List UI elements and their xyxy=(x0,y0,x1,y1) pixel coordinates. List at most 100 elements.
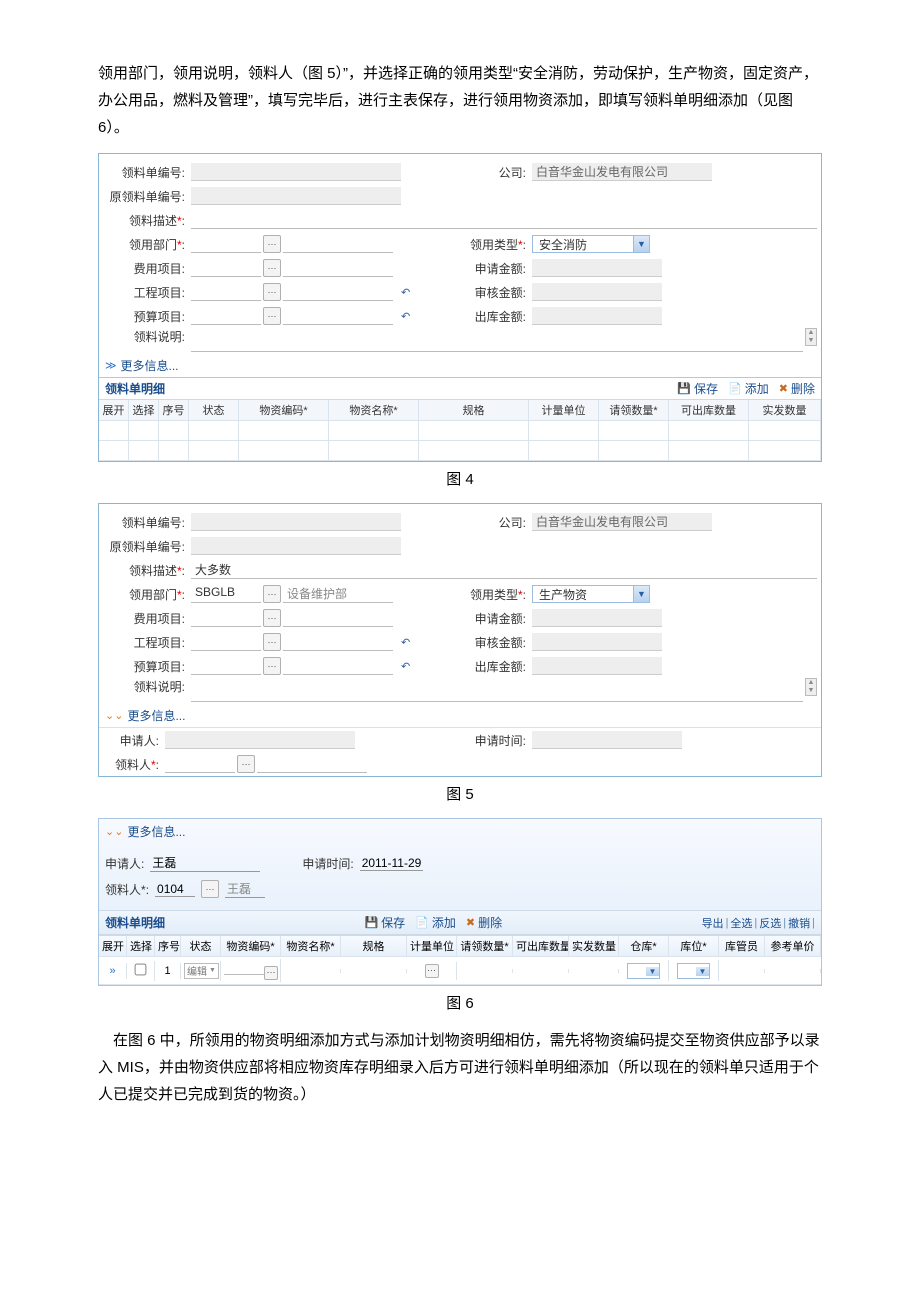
input-proj-code[interactable] xyxy=(191,283,261,301)
input-dept-name-5: 设备维护部 xyxy=(283,585,393,603)
link-undo[interactable]: 撤销 xyxy=(788,915,810,931)
save-button[interactable]: 💾保存 xyxy=(677,380,718,397)
cell-loc[interactable]: ▼ xyxy=(669,960,719,981)
th6-spec: 规格 xyxy=(341,936,407,956)
chevron-down-icon: ⌄⌄ xyxy=(105,709,123,722)
picker-proj-5[interactable]: ⋯ xyxy=(263,633,281,651)
input-proj-name-5 xyxy=(283,633,393,651)
delete-icon: ✖ xyxy=(779,382,788,395)
add-button[interactable]: 📄添加 xyxy=(728,380,769,397)
label-apply-amount: 申请金额: xyxy=(460,260,530,277)
scroll-indicator: ▲▼ xyxy=(805,678,817,696)
grid-row-1: » 1 编辑▼ ⋯ ⋯ ▼ ▼ xyxy=(99,957,821,985)
textarea-req-note-5[interactable] xyxy=(191,678,803,702)
picker-matcode[interactable]: ⋯ xyxy=(264,966,278,980)
value-picker-code-6[interactable]: 0104 xyxy=(155,882,195,897)
link-invert[interactable]: 反选 xyxy=(759,915,781,931)
empty-row xyxy=(99,441,821,461)
cell-unit[interactable]: ⋯ xyxy=(407,962,457,980)
clear-budget-icon[interactable]: ↶ xyxy=(401,310,410,323)
label-applicant: 申请人: xyxy=(103,732,163,749)
add-button-6[interactable]: 📄添加 xyxy=(415,914,456,931)
label-budget-item-5: 预算项目: xyxy=(103,658,189,675)
clear-proj-icon[interactable]: ↶ xyxy=(401,286,410,299)
select-use-type-5[interactable]: 生产物资 ▼ xyxy=(532,585,650,603)
select-use-type-4[interactable]: 安全消防 ▼ xyxy=(532,235,650,253)
input-orig-req-no xyxy=(191,187,401,205)
th6-matname: 物资名称* xyxy=(281,936,341,956)
figure-6-panel: ⌄⌄ 更多信息... 申请人: 王磊 申请时间: 2011-11-29 领料人*… xyxy=(98,818,822,986)
cell-price xyxy=(765,969,821,973)
select-use-type-5-value: 生产物资 xyxy=(533,586,633,603)
more-info-toggle-6[interactable]: ⌄⌄ 更多信息... xyxy=(105,823,815,840)
th6-keeper: 库管员 xyxy=(719,936,765,956)
th-reqqty: 请领数量* xyxy=(599,400,669,420)
label-picker: 领料人*: xyxy=(103,756,163,773)
cell-reqqty[interactable] xyxy=(457,969,513,973)
label-project-item: 工程项目: xyxy=(103,284,189,301)
input-dept-code-4[interactable] xyxy=(191,235,261,253)
input-dept-code-5[interactable]: SBGLB xyxy=(191,585,261,603)
picker-budget-5[interactable]: ⋯ xyxy=(263,657,281,675)
label-req-note: 领料说明: xyxy=(103,328,189,345)
label-apply-time: 申请时间: xyxy=(460,732,530,749)
label-project-item-5: 工程项目: xyxy=(103,634,189,651)
picker-fee[interactable]: ⋯ xyxy=(263,259,281,277)
label-req-no-5: 领料单编号: xyxy=(103,514,189,531)
label-picker-6: 领料人*: xyxy=(105,881,149,898)
input-fee-code[interactable] xyxy=(191,259,261,277)
more-info-toggle-4[interactable]: ≫ 更多信息... xyxy=(99,354,821,377)
cell-matname xyxy=(281,969,341,973)
link-select-all[interactable]: 全选 xyxy=(730,915,752,931)
th-spec: 规格 xyxy=(419,400,529,420)
picker-proj[interactable]: ⋯ xyxy=(263,283,281,301)
label-out-amount-5: 出库金额: xyxy=(460,658,530,675)
input-req-desc-5[interactable]: 大多数 xyxy=(191,561,817,579)
chevron-down-icon: ⌄⌄ xyxy=(105,825,123,838)
value-company-4: 白音华金山发电有限公司 xyxy=(532,163,712,181)
label-budget-item: 预算项目: xyxy=(103,308,189,325)
picker-person-5[interactable]: ⋯ xyxy=(237,755,255,773)
picker-unit[interactable]: ⋯ xyxy=(425,964,439,978)
picker-dept-4[interactable]: ⋯ xyxy=(263,235,281,253)
detail-section-title: 领料单明细 xyxy=(105,380,165,397)
save-button-6[interactable]: 💾保存 xyxy=(364,914,405,931)
cell-wh[interactable]: ▼ xyxy=(619,960,669,981)
clear-budget-icon-5[interactable]: ↶ xyxy=(401,660,410,673)
textarea-req-note-4[interactable] xyxy=(191,328,803,352)
input-out-amount-4 xyxy=(532,307,662,325)
more-info-label: 更多信息... xyxy=(121,357,179,374)
picker-budget[interactable]: ⋯ xyxy=(263,307,281,325)
input-picker-code-5[interactable] xyxy=(165,755,235,773)
th-matname: 物资名称* xyxy=(329,400,419,420)
picker-fee-5[interactable]: ⋯ xyxy=(263,609,281,627)
delete-button-6[interactable]: ✖删除 xyxy=(466,914,502,931)
th6-seq: 序号 xyxy=(155,936,181,956)
input-budget-code-5[interactable] xyxy=(191,657,261,675)
clear-proj-icon-5[interactable]: ↶ xyxy=(401,636,410,649)
input-budget-code[interactable] xyxy=(191,307,261,325)
delete-button[interactable]: ✖删除 xyxy=(779,380,815,397)
input-proj-code-5[interactable] xyxy=(191,633,261,651)
input-fee-code-5[interactable] xyxy=(191,609,261,627)
empty-row xyxy=(99,421,821,441)
expand-toggle[interactable]: » xyxy=(99,963,127,979)
link-export[interactable]: 导出 xyxy=(702,915,724,931)
picker-person-6[interactable]: ⋯ xyxy=(201,880,219,898)
cell-seq: 1 xyxy=(155,963,181,979)
label-company: 公司: xyxy=(460,164,530,181)
input-req-desc-4[interactable] xyxy=(191,211,817,229)
label-orig-req-no: 原领料单编号: xyxy=(103,188,189,205)
picker-dept-5[interactable]: ⋯ xyxy=(263,585,281,603)
cell-actqty xyxy=(569,969,619,973)
th6-status: 状态 xyxy=(181,936,221,956)
cell-status: 编辑▼ xyxy=(181,961,221,981)
th-outqty: 可出库数量 xyxy=(669,400,749,420)
right-link-group: 导出| 全选| 反选| 撤销| xyxy=(702,915,815,931)
more-info-toggle-5[interactable]: ⌄⌄ 更多信息... xyxy=(99,704,821,727)
label-apply-amount-5: 申请金额: xyxy=(460,610,530,627)
cell-matcode[interactable]: ⋯ xyxy=(221,959,281,982)
input-picker-name-5 xyxy=(257,755,367,773)
row-checkbox[interactable] xyxy=(135,963,147,975)
th6-outqty: 可出库数量 xyxy=(513,936,569,956)
